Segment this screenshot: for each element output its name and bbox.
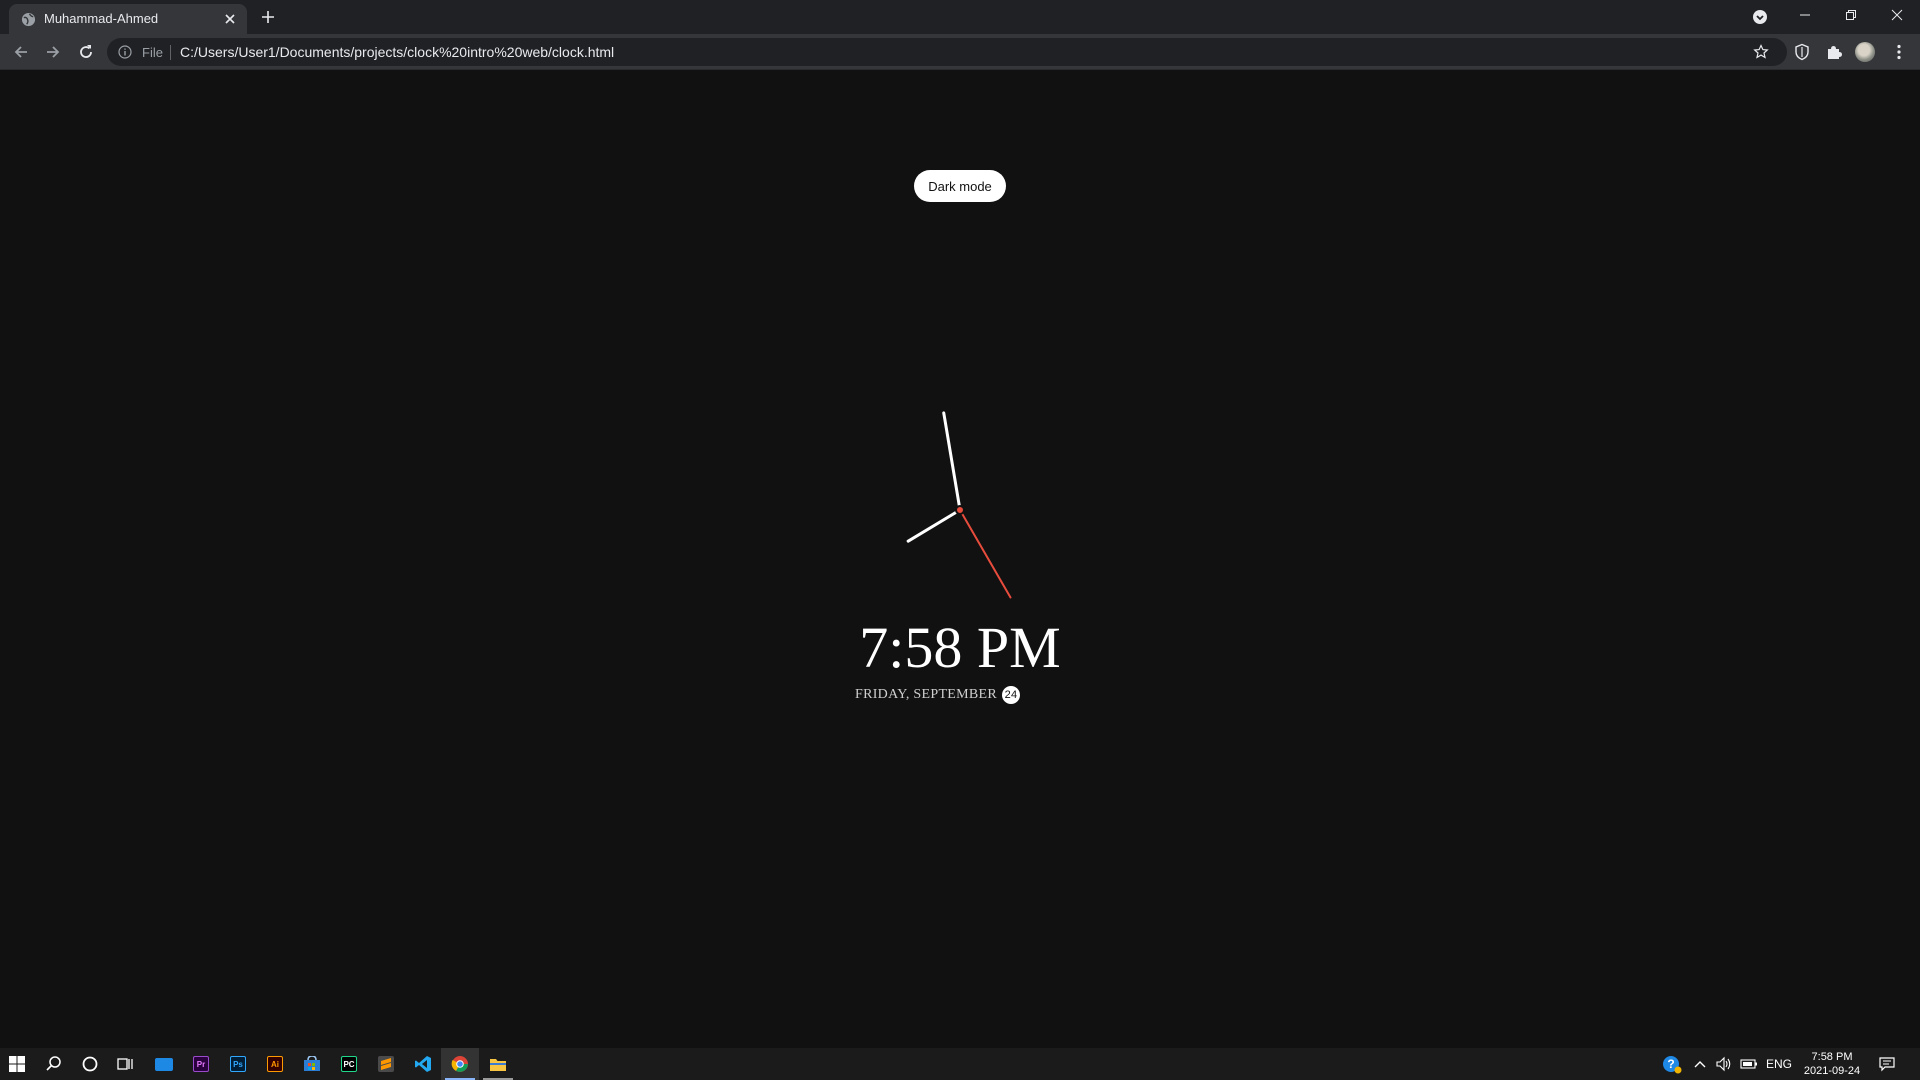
url-text[interactable]: C:/Users/User1/Documents/projects/clock%… <box>180 44 614 60</box>
scheme-label: File <box>142 45 163 60</box>
minimize-button[interactable] <box>1782 0 1828 30</box>
close-icon <box>1891 9 1903 21</box>
bookmark-star-icon[interactable] <box>1753 44 1769 60</box>
taskbar-time: 7:58 PM <box>1811 1051 1853 1063</box>
taskbar-clock[interactable]: 7:58 PM 2021-09-24 <box>1800 1050 1864 1078</box>
profile-avatar[interactable] <box>1855 42 1875 62</box>
taskbar-app-premiere[interactable]: Pr <box>190 1053 212 1075</box>
new-tab-icon[interactable] <box>260 9 276 25</box>
cortana-icon <box>82 1056 98 1072</box>
svg-text:?: ? <box>1667 1057 1674 1071</box>
volume-tray-button[interactable] <box>1713 1054 1735 1074</box>
taskbar-search-button[interactable] <box>43 1053 65 1075</box>
start-button[interactable] <box>6 1053 28 1075</box>
close-window-button[interactable] <box>1874 0 1920 30</box>
cortana-button[interactable] <box>79 1053 101 1075</box>
restore-icon <box>1846 10 1856 20</box>
windows-taskbar: Pr Ps Ai PC ? ENG 7:58 PM 2021-09-24 <box>0 1048 1920 1080</box>
extensions-puzzle-icon[interactable] <box>1825 43 1843 61</box>
taskbar-app-pycharm[interactable]: PC <box>338 1053 360 1075</box>
windows-logo-icon <box>9 1056 25 1072</box>
second-hand <box>959 509 1012 599</box>
browser-tab-strip: Muhammad-Ahmed <box>0 0 1920 34</box>
folder-icon <box>490 1059 506 1071</box>
taskbar-app-desktop[interactable] <box>153 1053 175 1075</box>
taskbar-app-illustrator[interactable]: Ai <box>264 1053 286 1075</box>
help-tray-button[interactable]: ? <box>1661 1054 1683 1074</box>
monitor-icon <box>155 1057 173 1071</box>
chevron-up-icon <box>1694 1061 1706 1068</box>
taskbar-app-chrome[interactable] <box>445 1053 475 1080</box>
taskbar-app-store[interactable] <box>301 1053 323 1075</box>
tab-title: Muhammad-Ahmed <box>44 11 159 26</box>
chrome-icon <box>451 1056 468 1072</box>
task-view-button[interactable] <box>114 1053 136 1075</box>
taskbar-date: 2021-09-24 <box>1803 1065 1861 1077</box>
reload-icon[interactable] <box>77 43 95 61</box>
premiere-pro-icon: Pr <box>193 1056 209 1072</box>
action-center-button[interactable] <box>1876 1054 1898 1074</box>
forward-icon[interactable] <box>44 43 62 61</box>
close-tab-icon[interactable] <box>223 12 237 26</box>
illustrator-icon: Ai <box>267 1056 283 1072</box>
more-menu-icon[interactable] <box>1890 43 1908 61</box>
address-divider <box>170 45 171 60</box>
hour-hand <box>906 508 961 544</box>
digital-time: 7:58 PM <box>859 615 1061 680</box>
clock-center-dot <box>955 505 965 515</box>
date-day-badge: 24 <box>1002 686 1021 704</box>
minute-hand <box>942 411 962 511</box>
sublime-text-icon <box>378 1056 394 1072</box>
date-line: FRIDAY, SEPTEMBER 24 <box>855 686 1021 704</box>
help-question-icon: ? <box>1663 1056 1682 1074</box>
input-language-indicator[interactable]: ENG <box>1764 1054 1794 1074</box>
browser-toolbar: File C:/Users/User1/Documents/projects/c… <box>0 34 1920 70</box>
info-icon[interactable] <box>118 45 132 59</box>
restore-button[interactable] <box>1828 0 1874 30</box>
browser-tab[interactable]: Muhammad-Ahmed <box>9 4 247 34</box>
battery-icon <box>1740 1059 1757 1069</box>
page-content: Dark mode 7:58 PM FRIDAY, SEPTEMBER 24 <box>0 70 1920 1048</box>
shield-extension-icon[interactable] <box>1793 43 1811 61</box>
task-view-icon <box>117 1058 133 1070</box>
analog-clock <box>860 410 1060 610</box>
notification-icon <box>1879 1057 1895 1072</box>
show-hidden-icons-button[interactable] <box>1691 1054 1709 1074</box>
minimize-icon <box>1800 14 1810 16</box>
taskbar-app-vscode[interactable] <box>412 1053 434 1075</box>
speaker-icon <box>1716 1056 1731 1072</box>
tab-search-icon[interactable] <box>1752 9 1768 25</box>
taskbar-app-file-explorer[interactable] <box>483 1053 513 1080</box>
address-bar[interactable]: File C:/Users/User1/Documents/projects/c… <box>107 38 1787 66</box>
date-text: FRIDAY, SEPTEMBER <box>855 687 998 702</box>
back-icon[interactable] <box>12 43 30 61</box>
photoshop-icon: Ps <box>230 1056 246 1072</box>
battery-tray-button[interactable] <box>1738 1054 1760 1074</box>
dark-mode-toggle-button[interactable]: Dark mode <box>914 170 1006 202</box>
pycharm-icon: PC <box>341 1056 357 1072</box>
store-icon <box>304 1056 320 1071</box>
search-icon <box>46 1056 61 1071</box>
globe-icon <box>21 12 36 27</box>
taskbar-app-photoshop[interactable]: Ps <box>227 1053 249 1075</box>
taskbar-app-sublime[interactable] <box>375 1053 397 1075</box>
vscode-icon <box>415 1056 431 1072</box>
